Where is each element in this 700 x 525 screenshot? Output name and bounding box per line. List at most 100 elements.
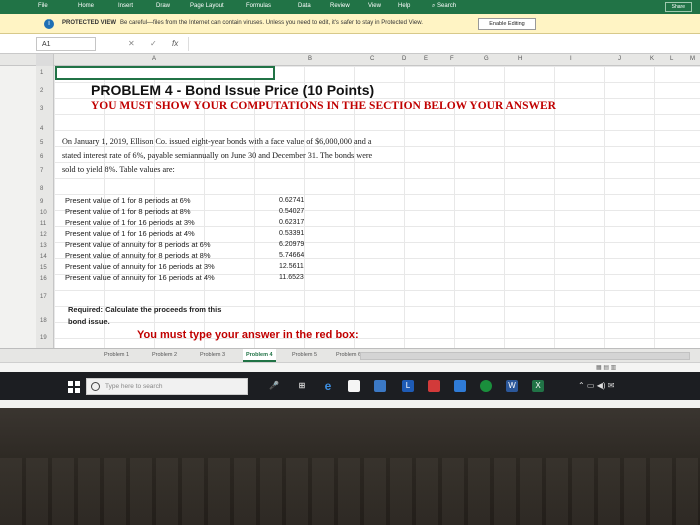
required-text-cont: bond issue. — [68, 317, 110, 326]
problem-subtitle: YOU MUST SHOW YOUR COMPUTATIONS IN THE S… — [91, 100, 556, 112]
sheet-tab-problem-4[interactable]: Problem 4 — [243, 349, 276, 362]
table-row-value: 0.62741 — [279, 197, 305, 204]
column-header[interactable]: C — [370, 56, 374, 62]
table-row-label: Present value of annuity for 8 periods a… — [65, 251, 211, 260]
row-number[interactable]: 16 — [40, 276, 47, 282]
row-number[interactable]: 9 — [40, 199, 43, 205]
select-all-corner[interactable] — [36, 54, 54, 66]
column-header[interactable]: M — [690, 56, 695, 62]
app-icon[interactable]: L — [402, 380, 414, 392]
excel-window: File Home Insert Draw Page Layout Formul… — [0, 0, 700, 408]
row-number[interactable]: 11 — [40, 221, 46, 227]
view-mode-icons[interactable]: ▦ ▤ ▥ — [596, 364, 616, 371]
column-header[interactable]: A — [152, 56, 156, 62]
row-number[interactable]: 13 — [40, 243, 47, 249]
row-number[interactable]: 2 — [40, 88, 43, 94]
office-icon[interactable] — [428, 380, 440, 392]
cancel-icon[interactable]: ✕ — [128, 39, 135, 48]
tab-formulas[interactable]: Formulas — [246, 3, 271, 9]
tab-insert[interactable]: Insert — [118, 3, 133, 9]
column-header[interactable]: F — [450, 56, 454, 62]
windows-start-icon[interactable] — [68, 381, 80, 393]
table-row-label: Present value of 1 for 8 periods at 6% — [65, 196, 191, 205]
ribbon-search[interactable]: ⌕ Search — [432, 3, 456, 10]
column-header[interactable]: B — [308, 56, 312, 62]
name-box[interactable]: A1 — [36, 37, 96, 51]
mail-icon[interactable] — [374, 380, 386, 392]
column-header[interactable]: L — [670, 56, 673, 62]
table-row-value: 0.54027 — [279, 208, 305, 215]
row-number[interactable]: 4 — [40, 126, 43, 132]
table-row-label: Present value of annuity for 16 periods … — [65, 273, 215, 282]
row-number[interactable]: 19 — [40, 335, 47, 341]
column-header[interactable]: D — [402, 56, 406, 62]
windows-taskbar: Type here to search 🎤 ⊞ e L W X ⌃ ▭ ◀) ✉ — [0, 372, 700, 400]
row-number[interactable]: 10 — [40, 210, 47, 216]
formula-input[interactable] — [188, 37, 688, 51]
edge-icon[interactable]: e — [322, 380, 334, 392]
photos-icon[interactable] — [454, 380, 466, 392]
tab-page-layout[interactable]: Page Layout — [190, 3, 224, 9]
row-number[interactable]: 15 — [40, 265, 47, 271]
status-bar: ▦ ▤ ▥ — [0, 362, 700, 372]
answer-prompt: You must type your answer in the red box… — [137, 329, 359, 341]
enter-icon[interactable]: ✓ — [150, 39, 157, 48]
column-header[interactable]: G — [484, 56, 489, 62]
problem-title: PROBLEM 4 - Bond Issue Price (10 Points) — [91, 82, 375, 98]
excel-icon[interactable]: X — [532, 380, 544, 392]
tab-data[interactable]: Data — [298, 3, 311, 9]
table-row-label: Present value of 1 for 8 periods at 8% — [65, 207, 191, 216]
tab-home[interactable]: Home — [78, 3, 94, 9]
table-row-label: Present value of annuity for 8 periods a… — [65, 240, 211, 249]
row-number[interactable]: 14 — [40, 254, 47, 260]
horizontal-scrollbar[interactable] — [360, 352, 690, 360]
row-number[interactable]: 7 — [40, 168, 43, 174]
sheet-tab-problem-1[interactable]: Problem 1 — [104, 352, 129, 358]
enable-editing-button[interactable]: Enable Editing — [478, 18, 536, 30]
share-button[interactable]: Share — [664, 2, 692, 12]
tab-help[interactable]: Help — [398, 3, 410, 9]
taskbar-search-input[interactable]: Type here to search — [86, 378, 248, 395]
store-icon[interactable] — [348, 380, 360, 392]
table-row-label: Present value of 1 for 16 periods at 4% — [65, 229, 195, 238]
column-header[interactable]: K — [650, 56, 654, 62]
task-view-icon[interactable]: ⊞ — [296, 380, 308, 392]
row-number[interactable]: 3 — [40, 106, 43, 112]
function-icon[interactable]: fx — [172, 39, 178, 48]
table-row-value: 0.53391 — [279, 230, 305, 237]
row-number[interactable]: 12 — [40, 232, 47, 238]
mic-icon[interactable]: 🎤 — [268, 380, 280, 392]
sheet-tab-problem-3[interactable]: Problem 3 — [200, 352, 225, 358]
row-number[interactable]: 8 — [40, 186, 43, 192]
sheet-tab-problem-6[interactable]: Problem 6 — [336, 352, 361, 358]
system-tray-icons[interactable]: ⌃ ▭ ◀) ✉ — [578, 381, 614, 390]
tab-review[interactable]: Review — [330, 3, 350, 9]
selected-cell[interactable] — [55, 66, 275, 80]
tab-draw[interactable]: Draw — [156, 3, 170, 9]
column-header[interactable]: J — [618, 56, 621, 62]
word-icon[interactable]: W — [506, 380, 518, 392]
problem-text-line: On January 1, 2019, Ellison Co. issued e… — [62, 137, 372, 146]
chrome-icon[interactable] — [480, 380, 492, 392]
column-headers: A B C D E F G H I J K L M — [0, 54, 700, 66]
required-text: Required: Calculate the proceeds from th… — [68, 305, 222, 314]
problem-text-line: stated interest rate of 6%, payable semi… — [62, 151, 373, 160]
table-row-label: Present value of 1 for 16 periods at 3% — [65, 218, 195, 227]
sheet-tab-problem-5[interactable]: Problem 5 — [292, 352, 317, 358]
row-number[interactable]: 1 — [40, 70, 43, 76]
row-number[interactable]: 18 — [40, 318, 47, 324]
row-number[interactable]: 5 — [40, 140, 43, 146]
ribbon-search-label: Search — [437, 3, 457, 9]
tab-view[interactable]: View — [368, 3, 381, 9]
protected-view-bar: i PROTECTED VIEW Be careful—files from th… — [0, 14, 700, 34]
info-icon: i — [44, 19, 54, 29]
sheet-tab-problem-2[interactable]: Problem 2 — [152, 352, 177, 358]
problem-text-line: sold to yield 8%. Table values are: — [62, 165, 175, 174]
taskbar-search-placeholder: Type here to search — [105, 383, 163, 390]
tab-file[interactable]: File — [38, 3, 48, 9]
row-number[interactable]: 6 — [40, 154, 43, 160]
column-header[interactable]: E — [424, 56, 428, 62]
row-number[interactable]: 17 — [40, 294, 47, 300]
column-header[interactable]: H — [518, 56, 522, 62]
column-header[interactable]: I — [570, 56, 572, 62]
